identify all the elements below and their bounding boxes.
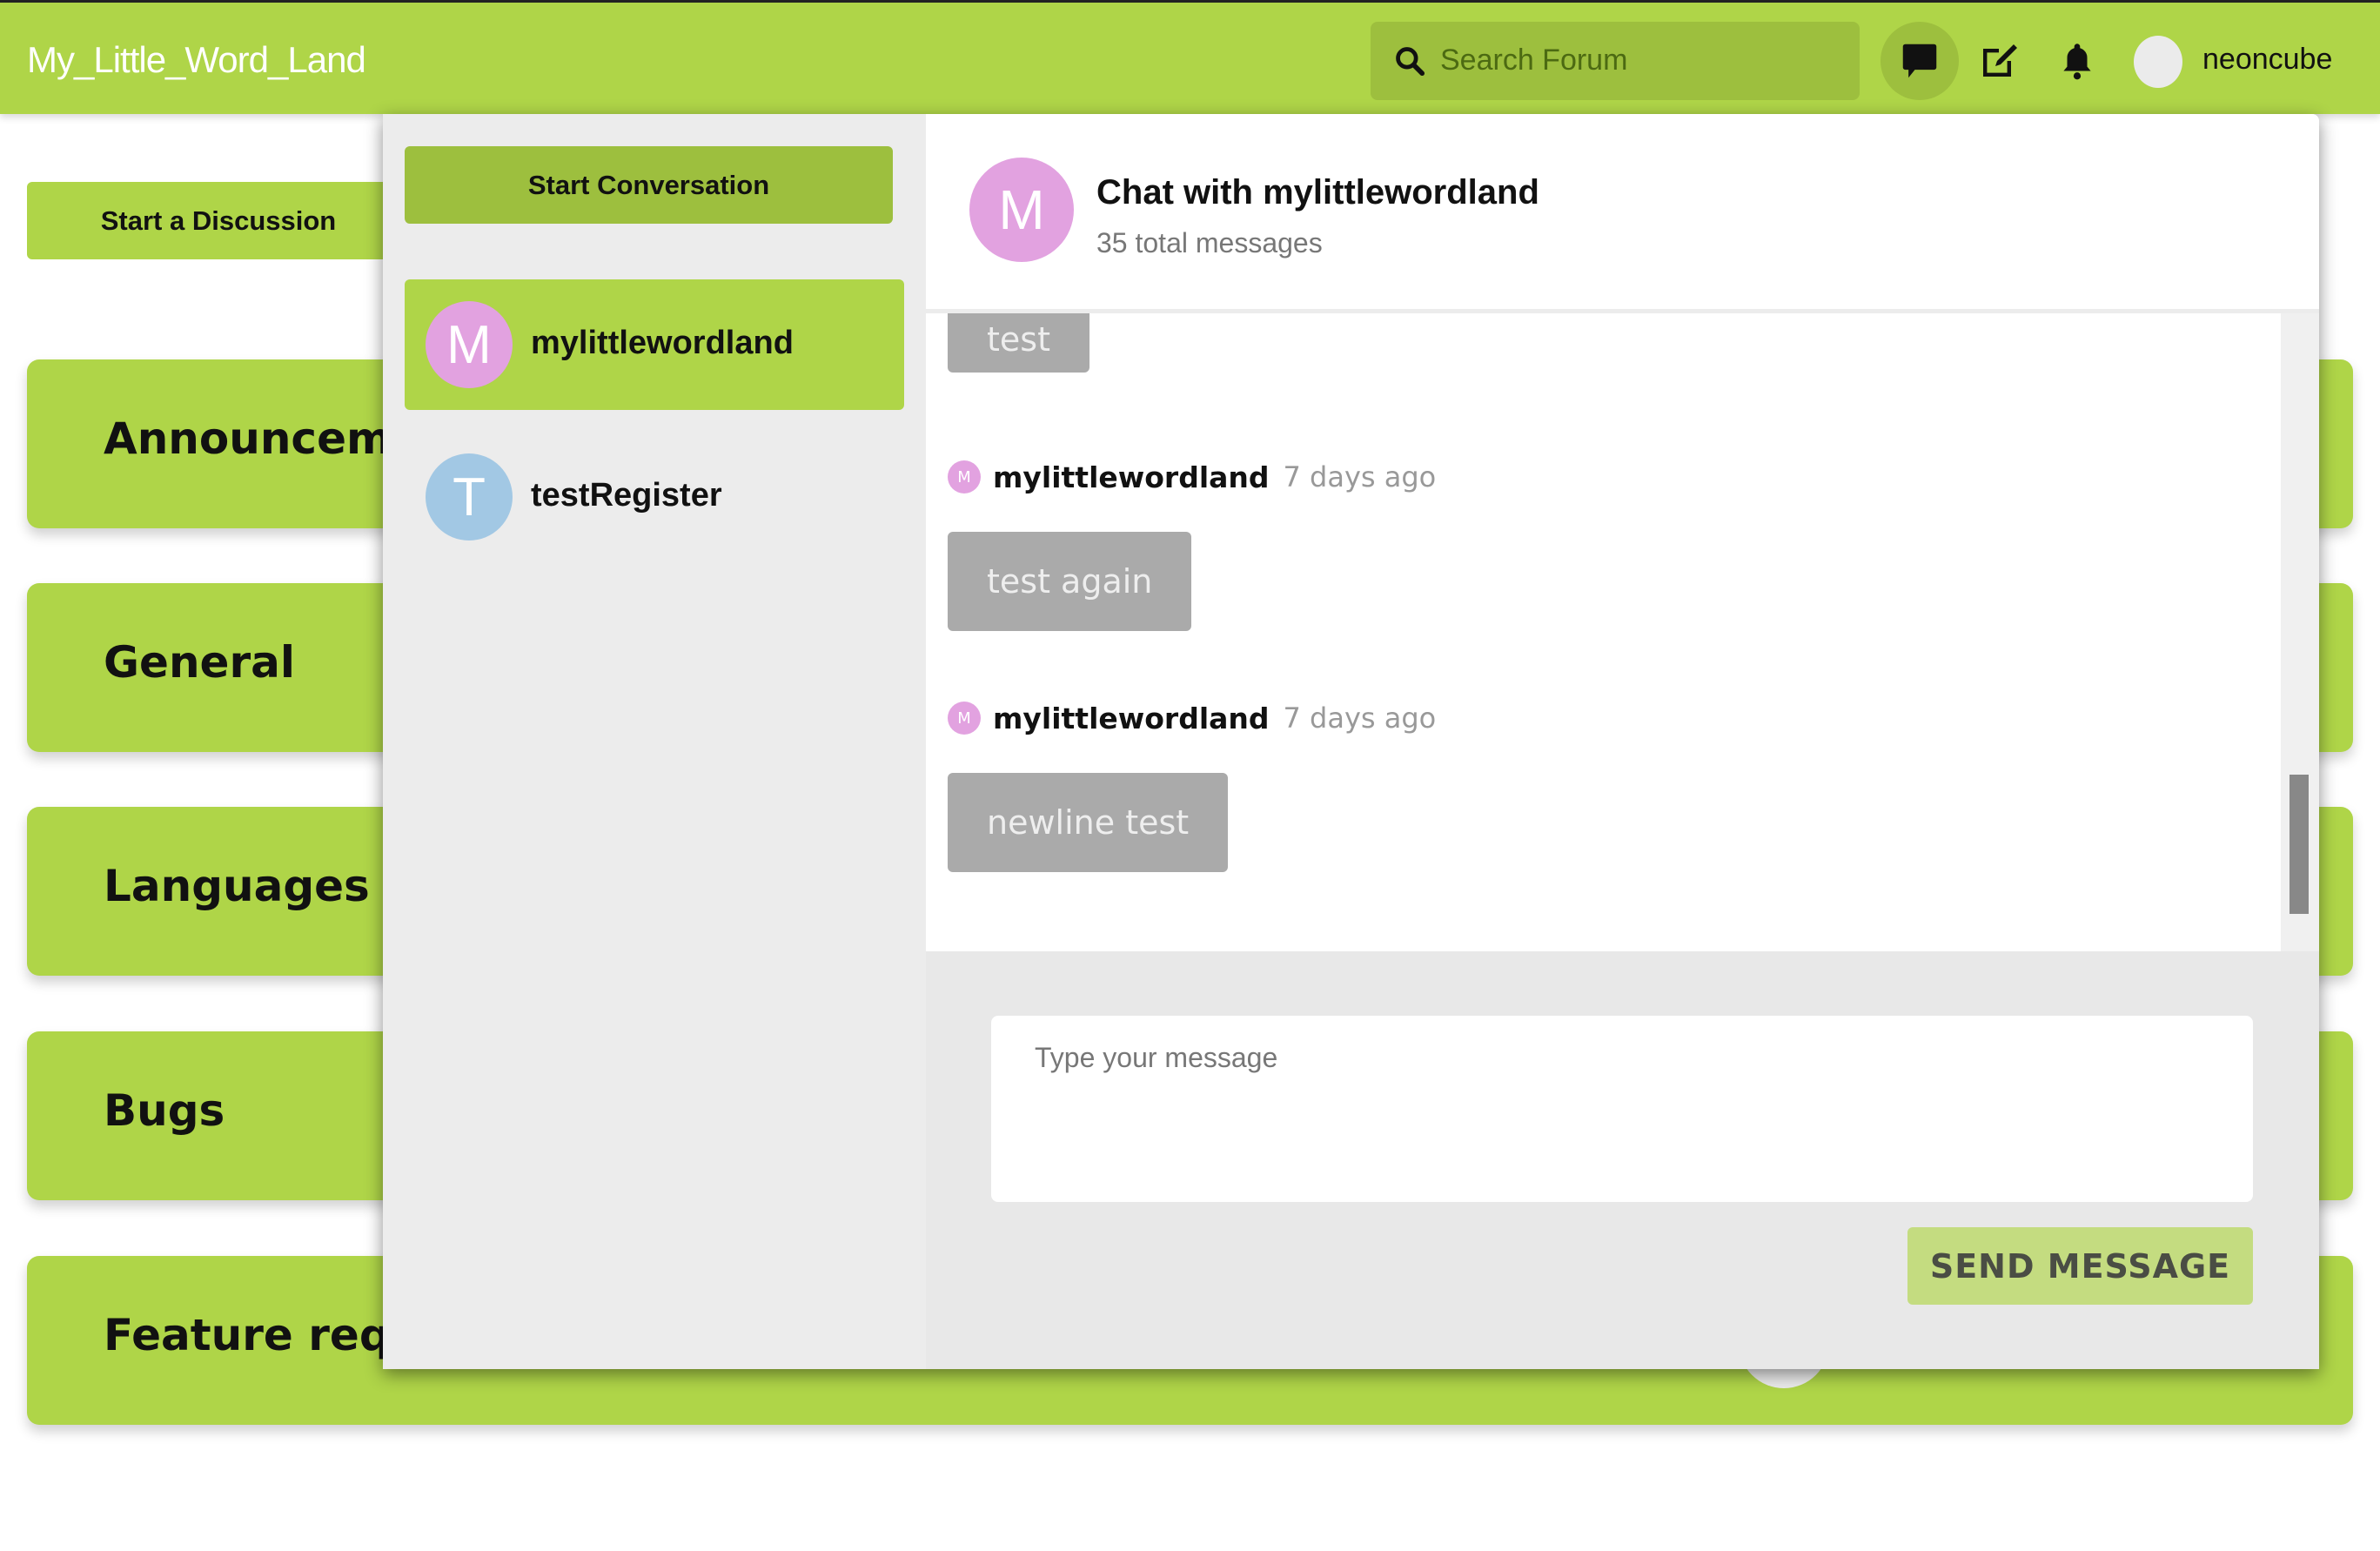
category-title: General xyxy=(104,637,295,688)
chat-window: M Chat with mylittlewordland 35 total me… xyxy=(926,114,2319,1369)
message-meta: M mylittlewordland 7 days ago xyxy=(948,701,1436,735)
start-discussion-button[interactable]: Start a Discussion xyxy=(27,182,410,259)
search-placeholder: Search Forum xyxy=(1440,44,1628,77)
search-icon xyxy=(1396,47,1425,77)
message-count: 35 total messages xyxy=(1096,227,1323,258)
sender-avatar: M xyxy=(948,460,981,494)
category-title: Languages xyxy=(104,861,370,911)
messages-button[interactable] xyxy=(1881,22,1959,100)
avatar: T xyxy=(426,453,513,540)
send-message-button[interactable]: SEND MESSAGE xyxy=(1907,1227,2253,1305)
new-post-button[interactable] xyxy=(1960,22,2038,100)
scrollbar-thumb[interactable] xyxy=(2289,775,2309,914)
message-bubble: test xyxy=(948,313,1089,373)
notifications-button[interactable] xyxy=(2038,22,2116,100)
message-composer: SEND MESSAGE xyxy=(926,951,2319,1369)
message-bubble: test again xyxy=(948,532,1192,631)
avatar: M xyxy=(426,301,513,388)
chat-icon xyxy=(1902,44,1937,78)
conversation-name: testRegister xyxy=(531,477,722,514)
conversation-item-mylittlewordland[interactable]: M mylittlewordland xyxy=(405,279,904,410)
conversation-name: mylittlewordland xyxy=(531,325,794,361)
user-avatar[interactable] xyxy=(2134,36,2182,88)
start-conversation-button[interactable]: Start Conversation xyxy=(405,146,893,224)
sender-avatar: M xyxy=(948,702,981,735)
sender-name[interactable]: mylittlewordland xyxy=(993,460,1270,494)
message-time: 7 days ago xyxy=(1283,460,1437,494)
search-box[interactable]: Search Forum xyxy=(1371,22,1860,100)
category-title: Bugs xyxy=(104,1085,225,1136)
message-meta: M mylittlewordland 7 days ago xyxy=(948,460,1436,494)
conversation-list: Start Conversation M mylittlewordland T … xyxy=(383,114,926,1369)
bell-icon xyxy=(2063,44,2091,80)
chat-header: M Chat with mylittlewordland 35 total me… xyxy=(926,114,2319,313)
messenger-panel: Start Conversation M mylittlewordland T … xyxy=(383,114,2319,1369)
message-bubble: newline test xyxy=(948,773,1229,872)
message-list[interactable]: test M mylittlewordland 7 days ago test … xyxy=(926,313,2281,951)
chat-avatar: M xyxy=(969,158,1074,262)
message-scrollbar[interactable] xyxy=(2281,313,2319,951)
sender-name[interactable]: mylittlewordland xyxy=(993,702,1270,735)
site-logo[interactable]: My_Little_Word_Land xyxy=(27,39,366,81)
edit-icon xyxy=(1983,44,2017,77)
conversation-item-testregister[interactable]: T testRegister xyxy=(405,432,904,562)
top-navbar: My_Little_Word_Land Search Forum neoncub… xyxy=(0,0,2380,114)
message-time: 7 days ago xyxy=(1283,702,1437,735)
chat-title: Chat with mylittlewordland xyxy=(1096,173,1539,212)
username-label[interactable]: neoncube xyxy=(2202,43,2332,77)
message-input[interactable] xyxy=(991,1016,2253,1202)
